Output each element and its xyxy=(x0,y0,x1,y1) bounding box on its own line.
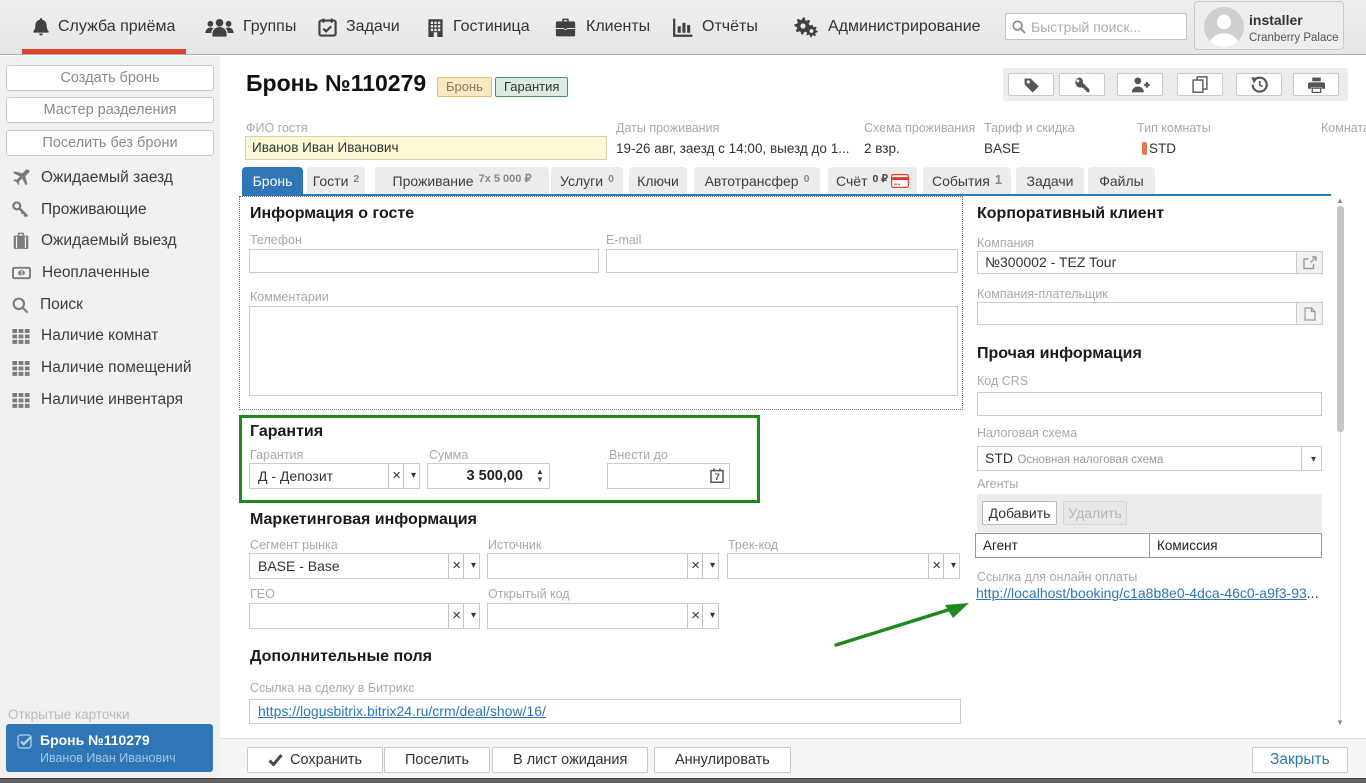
svg-text:7: 7 xyxy=(715,472,720,483)
svg-text:1: 1 xyxy=(20,270,24,277)
